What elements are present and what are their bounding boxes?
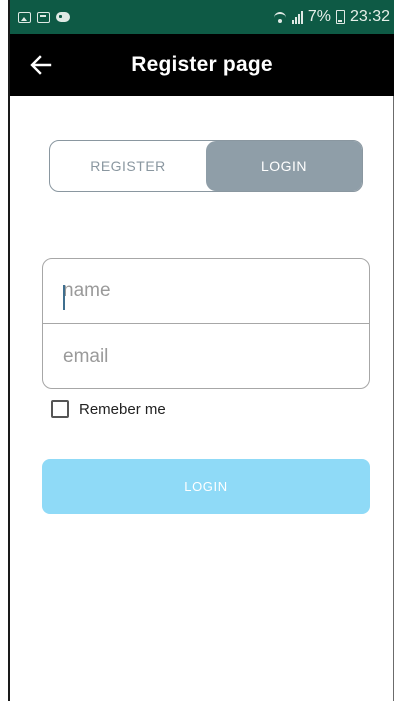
screen-edge-left [8,0,10,701]
image-icon [18,11,31,23]
remember-checkbox[interactable] [51,400,69,418]
screen-edge-right [393,0,394,701]
remember-label: Remeber me [79,400,166,418]
battery-percent: 7% [307,8,331,25]
register-login-toggle: REGISTER LOGIN [49,140,363,192]
clock: 23:32 [349,8,390,25]
battery-icon [335,10,345,24]
name-input[interactable] [63,259,353,323]
login-button[interactable]: LOGIN [42,459,370,514]
system-indicators: 7% 23:32 [273,7,390,27]
name-row [43,259,369,324]
message-icon [37,11,50,23]
notification-icons [18,8,70,26]
tab-login[interactable]: LOGIN [206,141,362,191]
phone-screen: 7% 23:32 Register page REGISTER LOGIN Re… [0,0,395,701]
email-input[interactable] [63,324,353,388]
text-cursor [63,285,65,310]
game-controller-icon [56,11,70,23]
tab-register[interactable]: REGISTER [50,141,206,191]
remember-me[interactable]: Remeber me [51,399,166,419]
app-bar: Register page [10,34,394,96]
signal-icon [291,10,303,24]
email-row [43,324,369,388]
status-bar: 7% 23:32 [10,0,394,34]
page-title: Register page [131,53,273,76]
wifi-icon [273,10,287,24]
credentials-form [42,258,370,389]
